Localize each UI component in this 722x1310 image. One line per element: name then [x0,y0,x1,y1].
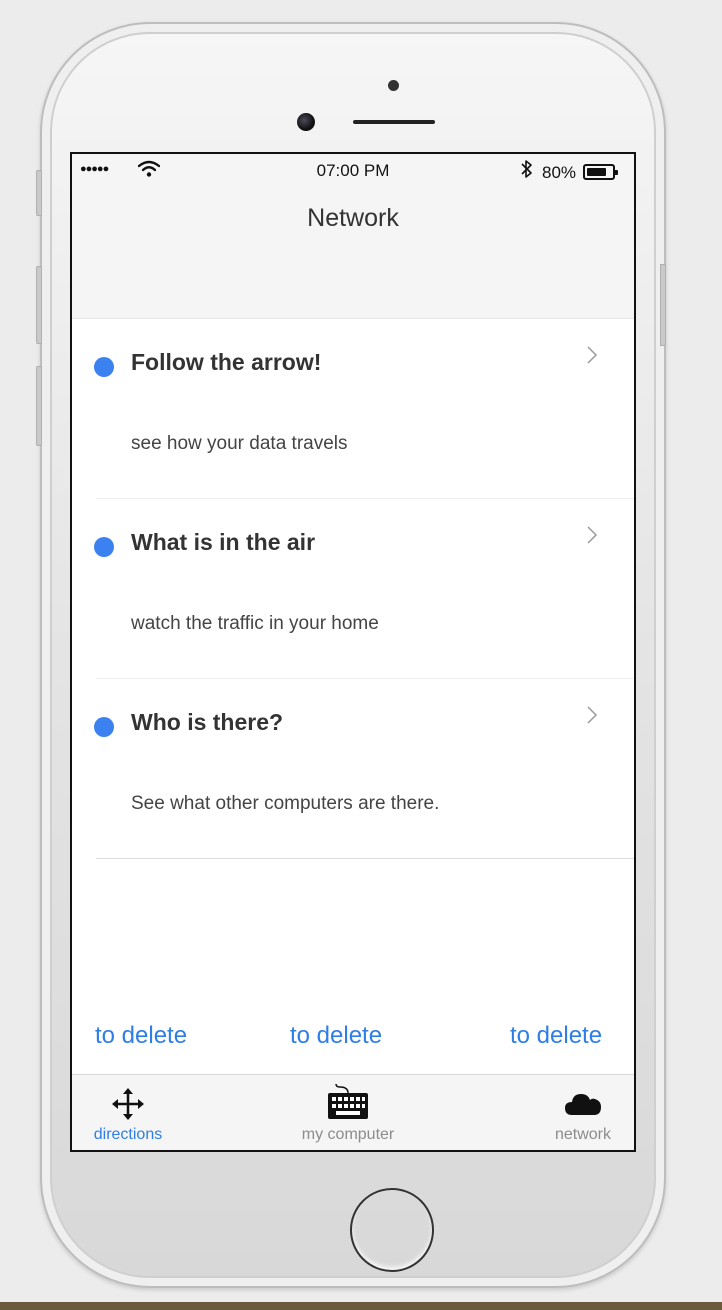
bullet-dot-icon [94,537,114,557]
desk-edge [0,1302,722,1310]
navigation-header: ●●●●● 07:00 PM 80% Network [72,154,634,319]
list-item-subtitle: See what other computers are there. [131,793,440,814]
bluetooth-icon [520,159,534,184]
tab-network[interactable]: network [538,1075,628,1150]
battery-icon [583,164,615,180]
delete-link-right[interactable]: to delete [510,1022,602,1050]
list-item-title: Follow the arrow! [131,349,322,375]
status-bar: ●●●●● 07:00 PM 80% [72,154,634,188]
battery-percent: 80% [542,163,577,182]
list-item-subtitle: see how your data travels [131,433,348,454]
list-item-title: What is in the air [131,529,316,555]
tab-directions[interactable]: directions [78,1075,178,1150]
bullet-dot-icon [94,357,114,377]
menu-list: Follow the arrow! see how your data trav… [72,319,634,859]
tab-my-computer[interactable]: my computer [288,1075,408,1150]
delete-link-left[interactable]: to delete [95,1022,187,1050]
keyboard-icon [288,1083,408,1121]
action-links-row: to delete to delete to delete [72,1022,634,1058]
page-title: Network [307,204,399,232]
phone-screen: ●●●●● 07:00 PM 80% Network Follow the ar… [70,152,636,1152]
tab-label: network [554,1126,612,1143]
list-item-who-is-there[interactable]: Who is there? See what other computers a… [72,679,634,859]
battery-tip [615,170,618,175]
delete-link-center[interactable]: to delete [290,1022,382,1050]
chevron-right-icon [586,345,598,371]
list-item-subtitle: watch the traffic in your home [131,613,379,634]
cloud-icon [538,1087,628,1121]
power-button[interactable] [660,264,666,346]
home-button[interactable] [350,1188,434,1272]
tab-bar: directions my computer network [72,1074,634,1150]
tab-label: my computer [301,1126,395,1143]
move-arrows-icon [78,1087,178,1121]
bullet-dot-icon [94,717,114,737]
list-item-title: Who is there? [131,709,284,735]
proximity-sensor [388,80,399,91]
mute-switch[interactable] [36,170,42,216]
list-item-follow-arrow[interactable]: Follow the arrow! see how your data trav… [72,319,634,499]
chevron-right-icon [586,525,598,551]
volume-down-button[interactable] [36,366,42,446]
earpiece-speaker [353,120,435,124]
front-camera [297,113,315,131]
tab-label: directions [93,1126,163,1143]
list-item-in-the-air[interactable]: What is in the air watch the traffic in … [72,499,634,679]
volume-up-button[interactable] [36,266,42,344]
chevron-right-icon [586,705,598,731]
